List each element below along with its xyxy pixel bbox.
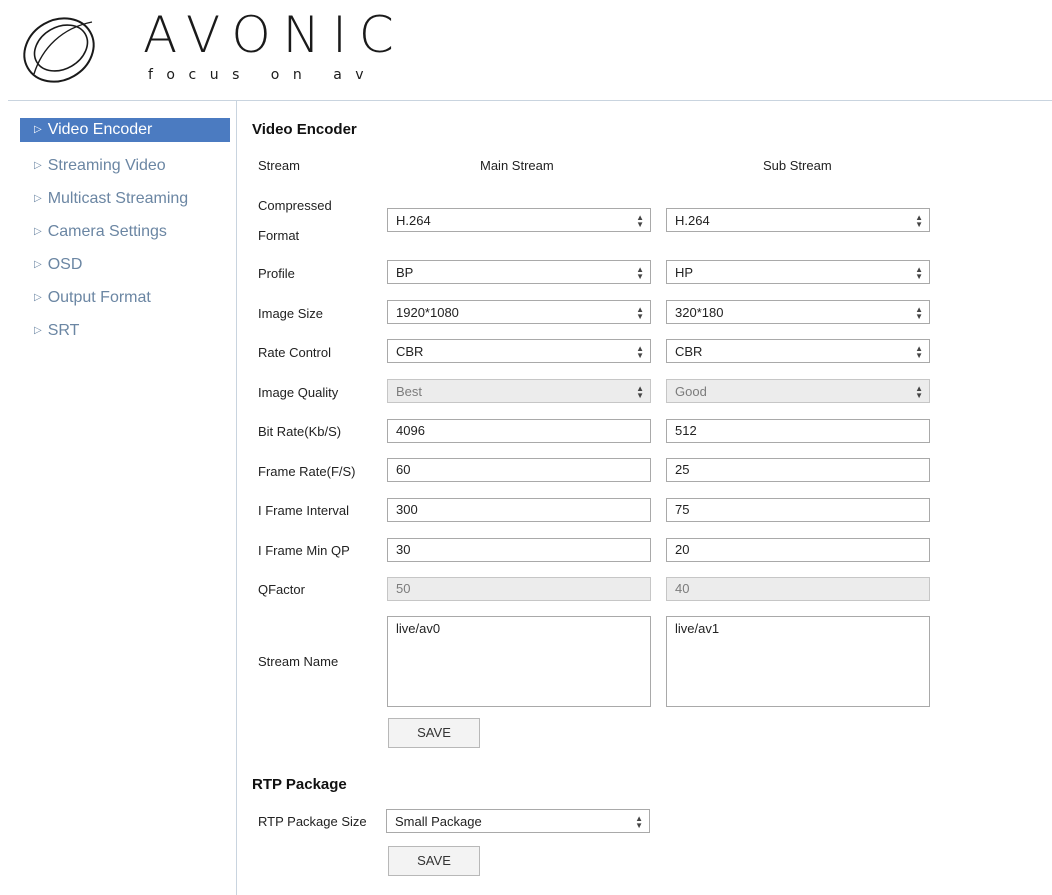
main-profile-select[interactable]: BP ▲ ▼ bbox=[387, 260, 651, 284]
rtp-package-size-select[interactable]: Small Package ▲ ▼ bbox=[386, 809, 650, 833]
sub-stream-header: Sub Stream bbox=[763, 158, 832, 173]
sidebar-item-label: OSD bbox=[47, 256, 83, 273]
video-encoder-save-button[interactable]: SAVE bbox=[388, 718, 480, 748]
stream-label: Stream bbox=[258, 158, 300, 173]
sidebar-item-label: Video Encoder bbox=[47, 121, 153, 138]
select-value: CBR bbox=[396, 344, 424, 359]
header: AVONIC focus on av bbox=[0, 0, 1052, 96]
updown-arrows-icon: ▲ ▼ bbox=[915, 213, 923, 230]
triangle-right-icon: ▷ bbox=[34, 124, 42, 135]
select-value: Best bbox=[396, 384, 423, 399]
triangle-right-icon: ▷ bbox=[34, 226, 42, 237]
select-value: Small Package bbox=[395, 814, 482, 829]
main-bit-rate-input[interactable]: 4096 bbox=[387, 419, 651, 443]
sidebar-item-streaming-video[interactable]: ▷ Streaming Video bbox=[20, 151, 230, 184]
updown-arrows-icon: ▲ ▼ bbox=[915, 384, 923, 401]
main-qfactor-input[interactable]: 50 bbox=[387, 577, 651, 601]
qfactor-label: QFactor bbox=[258, 582, 305, 597]
sidebar-item-osd[interactable]: ▷ OSD bbox=[20, 250, 230, 283]
sub-rate-control-select[interactable]: CBR ▲ ▼ bbox=[666, 339, 930, 363]
rtp-package-size-label: RTP Package Size bbox=[258, 814, 367, 829]
sub-i-frame-min-qp-input[interactable]: 20 bbox=[666, 538, 930, 562]
video-encoder-title: Video Encoder bbox=[252, 121, 357, 138]
sidebar-item-label: Multicast Streaming bbox=[47, 190, 189, 207]
i-frame-interval-label: I Frame Interval bbox=[258, 503, 350, 518]
main-stream-name-textarea[interactable]: live/av0 bbox=[387, 616, 651, 707]
brand-tagline: focus on av bbox=[148, 67, 378, 83]
sidebar-item-camera-settings[interactable]: ▷ Camera Settings bbox=[20, 217, 230, 250]
select-value: CBR bbox=[675, 344, 703, 359]
sub-qfactor-input[interactable]: 40 bbox=[666, 577, 930, 601]
compressed-format-label-line2: Format bbox=[258, 228, 300, 243]
select-value: Good bbox=[675, 384, 707, 399]
sub-frame-rate-input[interactable]: 25 bbox=[666, 458, 930, 482]
rtp-package-save-button[interactable]: SAVE bbox=[388, 846, 480, 876]
main-stream-header: Main Stream bbox=[480, 158, 554, 173]
main-image-quality-select[interactable]: Best ▲ ▼ bbox=[387, 379, 651, 403]
select-value: 320*180 bbox=[675, 305, 724, 320]
select-value: H.264 bbox=[396, 213, 431, 228]
header-divider bbox=[8, 100, 1052, 101]
sidebar-item-srt[interactable]: ▷ SRT bbox=[20, 316, 230, 349]
sidebar-item-label: Output Format bbox=[47, 289, 151, 306]
triangle-right-icon: ▷ bbox=[34, 160, 42, 171]
sidebar-item-label: SRT bbox=[47, 322, 80, 339]
sub-stream-name-textarea[interactable]: live/av1 bbox=[666, 616, 930, 707]
updown-arrows-icon: ▲ ▼ bbox=[915, 305, 923, 322]
main-i-frame-interval-input[interactable]: 300 bbox=[387, 498, 651, 522]
frame-rate-label: Frame Rate(F/S) bbox=[258, 464, 356, 479]
updown-arrows-icon: ▲ ▼ bbox=[636, 265, 644, 282]
image-quality-label: Image Quality bbox=[258, 385, 339, 400]
sidebar-item-label: Camera Settings bbox=[47, 223, 167, 240]
rate-control-label: Rate Control bbox=[258, 345, 331, 360]
avonic-logo-icon bbox=[23, 17, 95, 83]
triangle-right-icon: ▷ bbox=[34, 259, 42, 270]
sub-bit-rate-input[interactable]: 512 bbox=[666, 419, 930, 443]
sub-i-frame-interval-input[interactable]: 75 bbox=[666, 498, 930, 522]
triangle-right-icon: ▷ bbox=[34, 193, 42, 204]
stream-name-label: Stream Name bbox=[258, 654, 339, 669]
sub-compressed-format-select[interactable]: H.264 ▲ ▼ bbox=[666, 208, 930, 232]
rtp-package-title: RTP Package bbox=[252, 776, 347, 793]
compressed-format-label-line1: Compressed bbox=[258, 198, 332, 213]
updown-arrows-icon: ▲ ▼ bbox=[915, 265, 923, 282]
triangle-right-icon: ▷ bbox=[34, 292, 42, 303]
sub-profile-select[interactable]: HP ▲ ▼ bbox=[666, 260, 930, 284]
sidebar-item-output-format[interactable]: ▷ Output Format bbox=[20, 283, 230, 316]
updown-arrows-icon: ▲ ▼ bbox=[635, 814, 643, 831]
image-size-label: Image Size bbox=[258, 306, 324, 321]
sub-image-size-select[interactable]: 320*180 ▲ ▼ bbox=[666, 300, 930, 324]
triangle-right-icon: ▷ bbox=[34, 325, 42, 336]
updown-arrows-icon: ▲ ▼ bbox=[636, 344, 644, 361]
sidebar-divider bbox=[236, 101, 237, 895]
main-i-frame-min-qp-input[interactable]: 30 bbox=[387, 538, 651, 562]
i-frame-min-qp-label: I Frame Min QP bbox=[258, 543, 350, 558]
main-rate-control-select[interactable]: CBR ▲ ▼ bbox=[387, 339, 651, 363]
sidebar: ▷ Video Encoder ▷ Streaming Video ▷ Multica… bbox=[20, 118, 230, 349]
updown-arrows-icon: ▲ ▼ bbox=[636, 384, 644, 401]
sidebar-item-video-encoder[interactable]: ▷ Video Encoder bbox=[20, 118, 230, 142]
main-frame-rate-input[interactable]: 60 bbox=[387, 458, 651, 482]
select-value: HP bbox=[675, 265, 694, 280]
select-value: BP bbox=[396, 265, 414, 280]
updown-arrows-icon: ▲ ▼ bbox=[636, 305, 644, 322]
updown-arrows-icon: ▲ ▼ bbox=[915, 344, 923, 361]
bit-rate-label: Bit Rate(Kb/S) bbox=[258, 424, 342, 439]
select-value: H.264 bbox=[675, 213, 710, 228]
sub-image-quality-select[interactable]: Good ▲ ▼ bbox=[666, 379, 930, 403]
select-value: 1920*1080 bbox=[396, 305, 459, 320]
main-image-size-select[interactable]: 1920*1080 ▲ ▼ bbox=[387, 300, 651, 324]
brand-name: AVONIC bbox=[143, 6, 406, 64]
main-compressed-format-select[interactable]: H.264 ▲ ▼ bbox=[387, 208, 651, 232]
updown-arrows-icon: ▲ ▼ bbox=[636, 213, 644, 230]
sidebar-item-label: Streaming Video bbox=[47, 157, 166, 174]
profile-label: Profile bbox=[258, 266, 295, 281]
sidebar-item-multicast-streaming[interactable]: ▷ Multicast Streaming bbox=[20, 184, 230, 217]
